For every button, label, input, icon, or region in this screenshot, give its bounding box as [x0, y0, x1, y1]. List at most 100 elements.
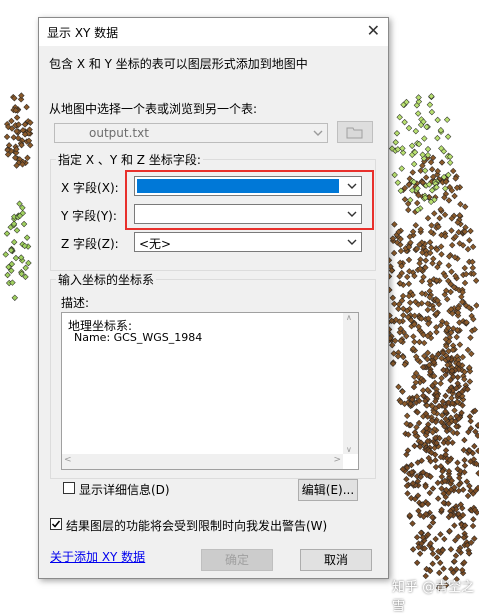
- map-point: [408, 142, 416, 149]
- map-point: [441, 535, 448, 543]
- map-point: [469, 243, 477, 251]
- map-point: [416, 338, 423, 346]
- map-point: [413, 534, 421, 541]
- map-point: [471, 443, 478, 450]
- map-point: [466, 237, 473, 244]
- map-point: [3, 133, 11, 141]
- about-add-xy-link[interactable]: 关于添加 XY 数据: [50, 548, 145, 565]
- folder-icon: [346, 127, 363, 139]
- scroll-down-icon[interactable]: ∨: [346, 445, 352, 454]
- dialog-description: 包含 X 和 Y 坐标的表可以图层形式添加到地图中: [49, 57, 308, 71]
- map-point: [392, 139, 399, 146]
- map-point: [429, 485, 437, 492]
- map-point: [434, 495, 442, 502]
- horizontal-scrollbar[interactable]: < >: [62, 454, 343, 469]
- map-point: [424, 306, 431, 314]
- map-point: [13, 227, 21, 234]
- map-point: [455, 487, 462, 495]
- map-point: [18, 92, 25, 99]
- map-point: [413, 559, 421, 566]
- map-point: [404, 273, 411, 281]
- map-point: [403, 476, 410, 483]
- map-point: [445, 197, 453, 204]
- map-point: [11, 294, 18, 301]
- map-point: [421, 135, 428, 142]
- map-point: [442, 392, 449, 399]
- map-point: [440, 565, 447, 572]
- map-point: [461, 279, 469, 287]
- map-point: [428, 166, 436, 173]
- map-point: [22, 264, 29, 272]
- map-point: [13, 114, 21, 121]
- map-point: [464, 246, 472, 253]
- checkmark-icon: [51, 520, 61, 528]
- vertical-scrollbar[interactable]: ∧ ∨: [343, 313, 358, 454]
- map-point: [405, 124, 413, 132]
- show-details-label: 显示详细信息(D): [79, 483, 170, 497]
- map-point: [441, 211, 449, 218]
- map-point: [437, 380, 444, 387]
- map-point: [451, 407, 458, 414]
- map-point: [411, 442, 418, 450]
- title-bar[interactable]: 显示 XY 数据 ✕: [39, 18, 388, 46]
- map-point: [464, 346, 472, 354]
- scroll-right-icon[interactable]: >: [333, 455, 341, 465]
- map-point: [397, 247, 405, 255]
- map-point: [447, 546, 455, 553]
- map-point: [422, 174, 430, 181]
- table-select[interactable]: output.txt: [54, 123, 328, 143]
- map-point: [405, 206, 412, 214]
- cancel-button[interactable]: 取消: [300, 549, 372, 571]
- map-point: [459, 353, 466, 361]
- map-point: [428, 108, 436, 116]
- map-point: [468, 350, 475, 357]
- scroll-left-icon[interactable]: <: [64, 455, 72, 465]
- browse-folder-button[interactable]: [337, 121, 373, 143]
- ok-button[interactable]: 确定: [201, 549, 273, 571]
- map-point: [389, 294, 397, 302]
- map-point: [10, 134, 17, 141]
- map-point: [426, 101, 434, 108]
- map-point: [474, 421, 479, 429]
- map-point: [399, 145, 406, 152]
- crs-description-label: 描述:: [61, 296, 90, 310]
- map-point: [475, 447, 479, 455]
- map-point: [451, 192, 458, 200]
- scroll-up-icon[interactable]: ∧: [346, 313, 352, 322]
- dialog-title: 显示 XY 数据: [47, 26, 119, 40]
- map-point: [426, 489, 433, 497]
- map-point: [426, 239, 434, 246]
- map-point: [421, 167, 429, 174]
- map-point: [431, 210, 438, 217]
- z-field-select[interactable]: <无>: [134, 232, 362, 252]
- show-details-checkbox[interactable]: [63, 482, 75, 494]
- map-point: [399, 388, 406, 395]
- edit-button[interactable]: 编辑(E)...: [298, 479, 358, 501]
- map-point: [434, 116, 441, 124]
- highlight-box: [125, 170, 374, 230]
- warn-checkbox[interactable]: [50, 518, 62, 530]
- close-icon[interactable]: ✕: [367, 21, 380, 40]
- map-point: [430, 255, 437, 263]
- map-point: [438, 374, 445, 382]
- map-point: [454, 459, 461, 466]
- map-point: [389, 341, 396, 349]
- warn-label: 结果图层的功能将会受到限制时向我发出警告(W): [66, 519, 328, 533]
- map-point: [398, 165, 405, 172]
- map-point: [461, 264, 468, 272]
- map-point: [466, 413, 474, 420]
- map-point: [429, 260, 436, 267]
- map-point: [25, 259, 32, 267]
- map-point: [453, 333, 460, 341]
- map-point: [438, 159, 446, 166]
- map-point: [450, 167, 457, 175]
- map-point: [404, 490, 411, 497]
- map-point: [432, 457, 439, 464]
- map-point: [461, 462, 469, 469]
- map-point: [458, 293, 465, 300]
- map-point: [433, 554, 441, 561]
- map-point: [447, 288, 454, 296]
- map-point: [448, 268, 455, 275]
- crs-description-box[interactable]: 地理坐标系: Name: GCS_WGS_1984 ∧ ∨ < >: [61, 312, 359, 470]
- map-point: [437, 531, 444, 538]
